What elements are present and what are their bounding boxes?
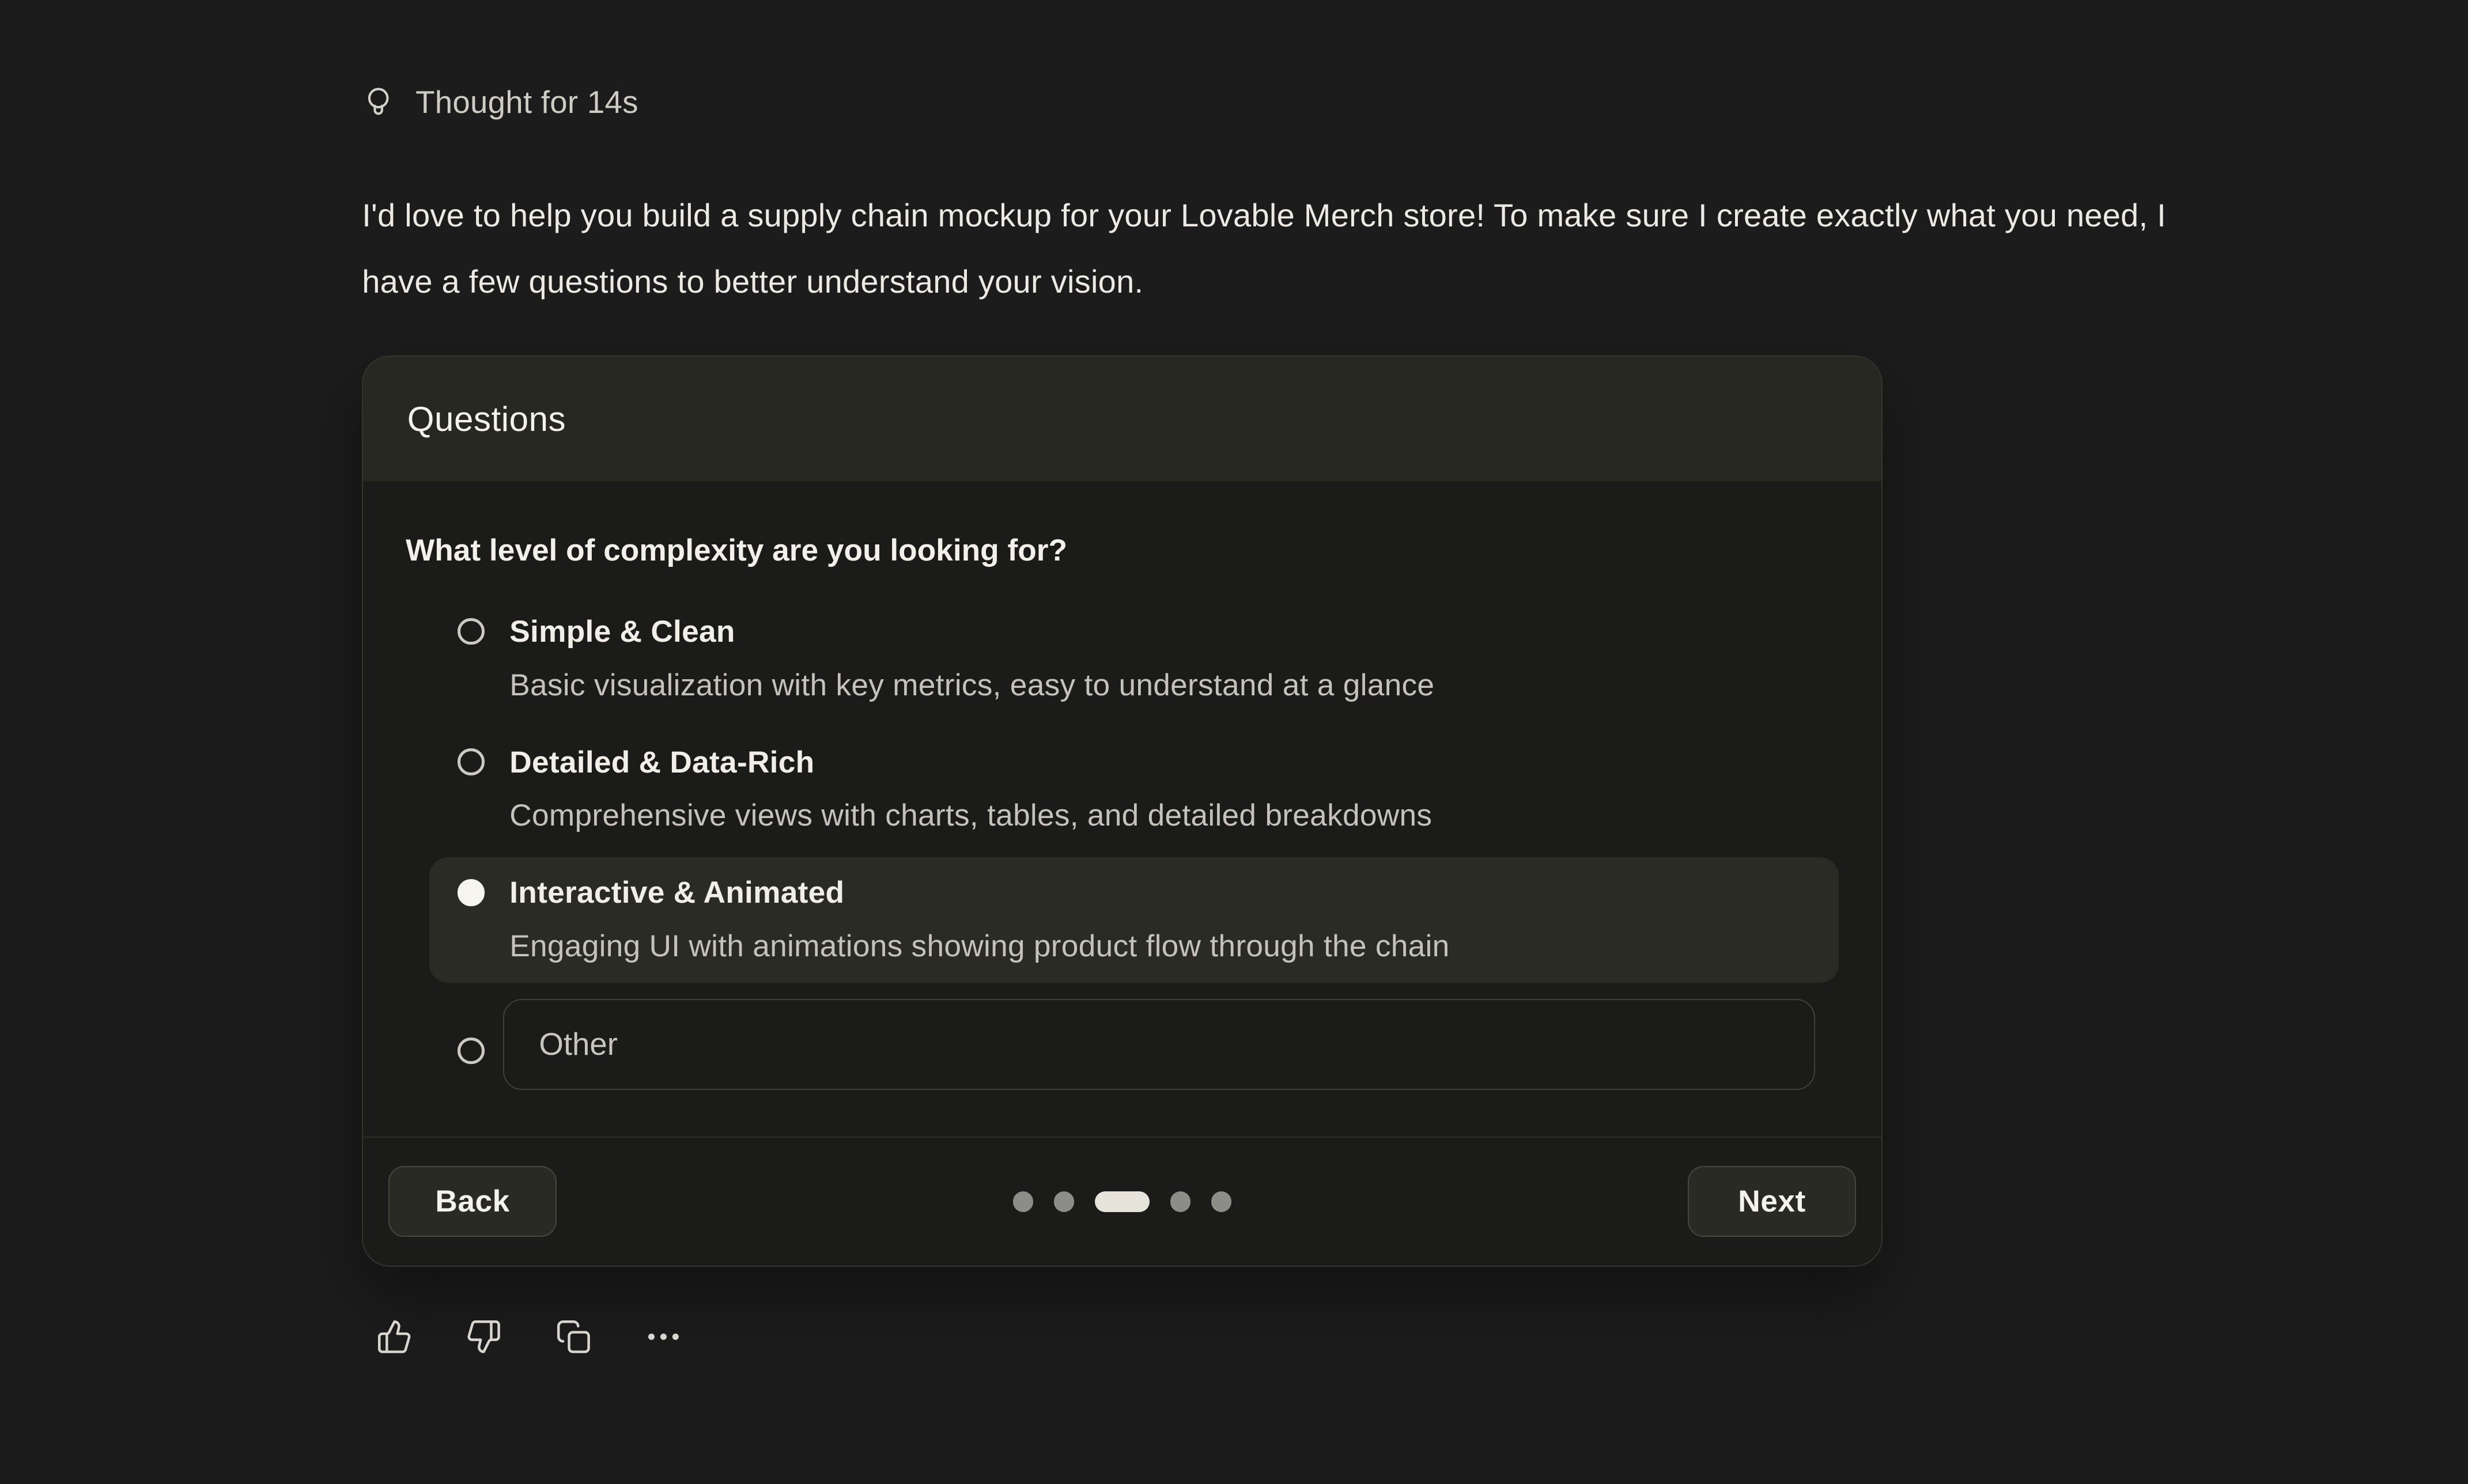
radio-icon[interactable]: [458, 618, 484, 645]
card-header: Questions: [363, 357, 1881, 481]
pagination-dot[interactable]: [1170, 1191, 1191, 1212]
thought-toggle[interactable]: Thought for 14s: [362, 82, 638, 123]
pagination-dot[interactable]: [1211, 1191, 1232, 1212]
copy-icon: [555, 1319, 592, 1355]
chat-message-area: Thought for 14s I'd love to help you bui…: [0, 0, 2468, 1484]
option-label: Simple & Clean: [509, 605, 1434, 659]
option-label: Detailed & Data-Rich: [509, 736, 1432, 790]
card-footer: Back Next: [363, 1137, 1881, 1266]
next-button[interactable]: Next: [1688, 1166, 1856, 1237]
option-text: Detailed & Data-Rich Comprehensive views…: [509, 736, 1432, 843]
radio-icon[interactable]: [458, 748, 484, 775]
copy-button[interactable]: [553, 1316, 595, 1358]
option-text: Interactive & Animated Engaging UI with …: [509, 866, 1449, 974]
option-simple-clean[interactable]: Simple & Clean Basic visualization with …: [429, 596, 1839, 722]
option-detailed-data-rich[interactable]: Detailed & Data-Rich Comprehensive views…: [429, 726, 1839, 853]
thumbs-up-button[interactable]: [373, 1316, 415, 1358]
question-title: What level of complexity are you looking…: [406, 530, 1839, 571]
option-description: Comprehensive views with charts, tables,…: [509, 789, 1432, 843]
pagination-dot[interactable]: [1013, 1191, 1034, 1212]
pagination-dot-active[interactable]: [1095, 1191, 1150, 1212]
ellipsis-icon: [645, 1319, 682, 1355]
card-title: Questions: [407, 399, 566, 439]
more-options-button[interactable]: [642, 1316, 685, 1358]
message-actions: [373, 1316, 685, 1358]
option-text: Simple & Clean Basic visualization with …: [509, 605, 1434, 713]
back-button[interactable]: Back: [388, 1166, 557, 1237]
option-interactive-animated[interactable]: Interactive & Animated Engaging UI with …: [429, 857, 1839, 983]
thumbs-up-icon: [376, 1319, 413, 1355]
card-body: What level of complexity are you looking…: [363, 481, 1881, 1137]
questions-card: Questions What level of complexity are y…: [362, 355, 1883, 1267]
radio-icon[interactable]: [458, 879, 484, 906]
assistant-message: I'd love to help you build a supply chai…: [362, 183, 2195, 315]
option-label: Interactive & Animated: [509, 866, 1449, 920]
thought-label: Thought for 14s: [415, 84, 638, 120]
other-input[interactable]: [503, 999, 1815, 1090]
thumbs-down-icon: [466, 1319, 502, 1355]
thumbs-down-button[interactable]: [463, 1316, 505, 1358]
lightbulb-icon: [362, 82, 395, 123]
option-description: Basic visualization with key metrics, ea…: [509, 659, 1434, 713]
option-description: Engaging UI with animations showing prod…: [509, 920, 1449, 974]
pagination-dot[interactable]: [1054, 1191, 1075, 1212]
pagination-dots: [1013, 1191, 1232, 1212]
options-list: Simple & Clean Basic visualization with …: [429, 596, 1839, 983]
radio-icon[interactable]: [458, 1038, 484, 1064]
option-other: [429, 999, 1815, 1090]
